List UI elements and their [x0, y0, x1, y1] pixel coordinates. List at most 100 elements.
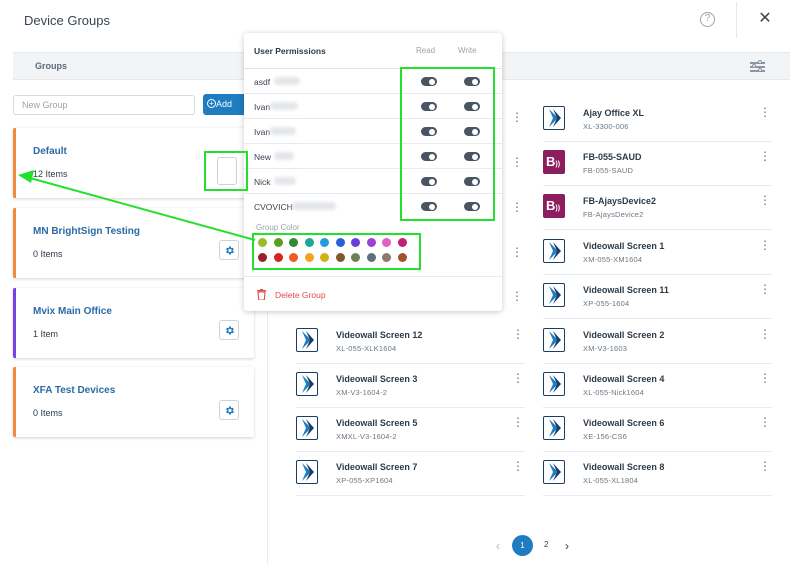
kebab-menu-icon[interactable]: ⋮	[512, 460, 524, 472]
device-id: XL-055-XL1804	[583, 476, 639, 485]
annotation-highlight-box	[400, 67, 495, 221]
gear-icon	[226, 326, 234, 335]
filter-sliders-icon[interactable]	[750, 60, 765, 73]
redacted-text	[274, 152, 294, 160]
kebab-menu-icon[interactable]: ⋮	[759, 283, 771, 295]
group-name: XFA Test Devices	[33, 385, 116, 396]
group-item-count: 0 Items	[33, 408, 63, 418]
kebab-menu-icon[interactable]: ⋮	[759, 106, 771, 118]
device-name: Videowall Screen 11	[583, 285, 669, 295]
delete-group-button[interactable]: Delete Group	[244, 276, 502, 311]
kebab-menu-icon[interactable]: ⋮	[511, 111, 523, 123]
device-row[interactable]: Videowall Screen 8 XL-055-XL1804 ⋮	[543, 452, 772, 496]
device-name: Videowall Screen 4	[583, 374, 665, 384]
kebab-menu-icon[interactable]: ⋮	[512, 372, 524, 384]
device-name: Videowall Screen 8	[583, 462, 665, 472]
kebab-menu-icon[interactable]: ⋮	[511, 201, 523, 213]
group-item-count: 12 Items	[33, 169, 68, 179]
device-name: Videowall Screen 6	[583, 418, 665, 428]
redacted-text	[270, 127, 296, 135]
new-group-input[interactable]	[13, 95, 195, 115]
kebab-menu-icon[interactable]: ⋮	[511, 246, 523, 258]
write-column-header: Write	[458, 46, 477, 55]
device-id: XM-V3-1604-2	[336, 388, 388, 397]
kebab-menu-icon[interactable]: ⋮	[759, 194, 771, 206]
videowall-icon	[296, 372, 318, 396]
device-name: Videowall Screen 7	[336, 462, 418, 472]
redacted-text	[274, 177, 296, 185]
group-name: Default	[33, 146, 67, 157]
device-row[interactable]: Videowall Screen 11 XP-055-1604 ⋮	[543, 275, 772, 319]
device-row[interactable]: Videowall Screen 6 XE-156-CS6 ⋮	[543, 408, 772, 452]
kebab-menu-icon[interactable]: ⋮	[512, 328, 524, 340]
gear-icon	[226, 246, 234, 255]
group-card-xfa-test-devices[interactable]: XFA Test Devices 0 Items	[13, 367, 254, 437]
group-item-count: 1 Item	[33, 329, 59, 339]
kebab-menu-icon[interactable]: ⋮	[511, 290, 523, 302]
device-row[interactable]: B)) FB-AjaysDevice2 FB-AjaysDevice2 ⋮	[543, 186, 772, 230]
delete-group-label: Delete Group	[275, 290, 326, 300]
group-card-mvix-main-office[interactable]: Mvix Main Office 1 Item	[13, 288, 254, 358]
add-group-button[interactable]: + Add	[203, 94, 247, 115]
device-name: Videowall Screen 12	[336, 330, 423, 340]
annotation-highlight-box	[204, 151, 248, 191]
device-id: XL-3300-006	[583, 122, 629, 131]
device-row[interactable]: B)) FB-055-SAUD FB-055-SAUD ⋮	[543, 142, 772, 186]
device-row[interactable]: Videowall Screen 2 XM-V3-1603 ⋮	[543, 320, 772, 364]
pagination-page-2[interactable]: 2	[544, 540, 548, 549]
kebab-menu-icon[interactable]: ⋮	[512, 416, 524, 428]
group-settings-button[interactable]	[219, 240, 239, 260]
device-row[interactable]: Videowall Screen 1 XM-055-XM1604 ⋮	[543, 231, 772, 275]
group-settings-button[interactable]	[219, 400, 239, 420]
device-row[interactable]: Ajay Office XL XL-3300-006 ⋮	[543, 98, 772, 142]
device-name: Videowall Screen 5	[336, 418, 418, 428]
device-id: FB-055-SAUD	[583, 166, 634, 175]
kebab-menu-icon[interactable]: ⋮	[759, 239, 771, 251]
pagination-page-1[interactable]: 1	[512, 535, 533, 556]
group-item-count: 0 Items	[33, 249, 63, 259]
add-button-label: Add	[216, 99, 233, 109]
device-name: Videowall Screen 1	[583, 241, 665, 251]
videowall-icon	[543, 106, 565, 130]
device-id: XP-055-1604	[583, 299, 630, 308]
trash-icon	[257, 289, 266, 300]
kebab-menu-icon[interactable]: ⋮	[511, 156, 523, 168]
header-divider	[736, 2, 737, 38]
close-icon[interactable]: ✕	[757, 10, 773, 28]
brightsign-icon: B))	[543, 150, 565, 174]
permission-user-name: CVOVICH	[254, 202, 293, 212]
brightsign-icon: B))	[543, 194, 565, 218]
device-row[interactable]: Videowall Screen 7 XP-055-XP1604 ⋮	[296, 452, 525, 496]
annotation-highlight-box	[252, 233, 421, 270]
kebab-menu-icon[interactable]: ⋮	[759, 150, 771, 162]
kebab-menu-icon[interactable]: ⋮	[759, 372, 771, 384]
group-card-mn-brightsign-testing[interactable]: MN BrightSign Testing 0 Items	[13, 208, 254, 278]
permissions-header: User Permissions Read Write	[244, 33, 502, 69]
device-row[interactable]: Videowall Screen 12 XL-055-XLK1604 ⋮	[296, 320, 525, 364]
redacted-text	[270, 102, 298, 110]
kebab-menu-icon[interactable]: ⋮	[759, 416, 771, 428]
kebab-menu-icon[interactable]: ⋮	[759, 328, 771, 340]
device-name: Ajay Office XL	[583, 108, 645, 118]
pagination-prev-icon[interactable]: ‹	[496, 539, 500, 553]
group-settings-button[interactable]	[219, 320, 239, 340]
device-id: XP-055-XP1604	[336, 476, 393, 485]
videowall-icon	[543, 283, 565, 307]
help-icon[interactable]: ?	[700, 12, 715, 27]
redacted-text	[274, 77, 300, 85]
videowall-icon	[543, 239, 565, 263]
device-id: XM-V3-1603	[583, 344, 628, 353]
device-row[interactable]: Videowall Screen 3 XM-V3-1604-2 ⋮	[296, 364, 525, 408]
device-name: FB-AjaysDevice2	[583, 196, 657, 206]
kebab-menu-icon[interactable]: ⋮	[759, 460, 771, 472]
videowall-icon	[543, 416, 565, 440]
device-id: XL-055-XLK1604	[336, 344, 397, 353]
videowall-icon	[296, 416, 318, 440]
permission-user-name: asdf	[254, 77, 271, 87]
device-row[interactable]: Videowall Screen 5 XMXL-V3-1604-2 ⋮	[296, 408, 525, 452]
permissions-title: User Permissions	[254, 46, 326, 56]
group-name: Mvix Main Office	[33, 306, 112, 317]
pagination-next-icon[interactable]: ›	[565, 539, 569, 553]
device-row[interactable]: Videowall Screen 4 XL-055-Nick1604 ⋮	[543, 364, 772, 408]
device-id: FB-AjaysDevice2	[583, 210, 644, 219]
